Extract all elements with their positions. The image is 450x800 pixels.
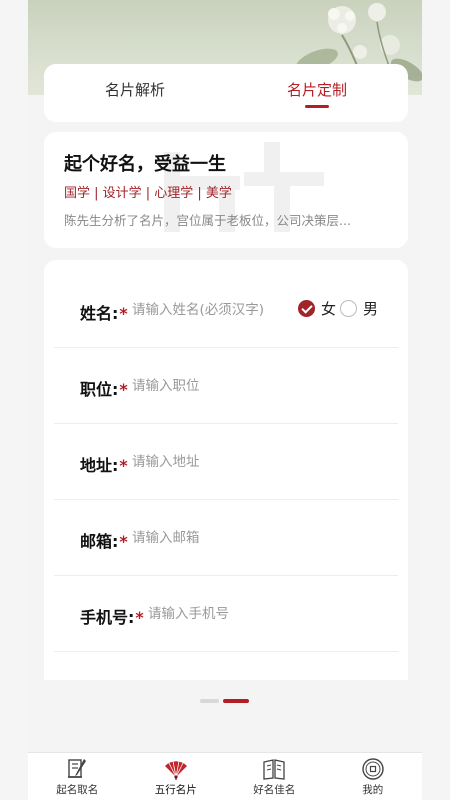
form-row-email: 邮箱:* (54, 500, 398, 576)
card-custom-form: 姓名:* 女 男 职位:* 地址:* 邮箱:* (44, 260, 408, 680)
nav-item-five-elements-card[interactable]: 五行名片 (127, 753, 226, 800)
book-icon (263, 759, 285, 780)
gender-option-male[interactable]: 男 (340, 298, 378, 319)
radio-checked-icon[interactable] (298, 300, 315, 317)
position-label: 职位:* (80, 380, 128, 399)
intro-title: 起个好名，受益一生 (64, 154, 226, 175)
page-dot[interactable] (200, 699, 219, 703)
tab-card-analysis[interactable]: 名片解析 (44, 64, 226, 122)
intro-card[interactable]: 起个好名，受益一生 国学 | 设计学 | 心理学 | 美学 陈先生分析了名片，宫… (44, 132, 408, 248)
phone-label: 手机号:* (80, 608, 144, 627)
address-input[interactable] (132, 448, 382, 476)
email-input[interactable] (132, 524, 382, 552)
email-label: 邮箱:* (80, 532, 128, 551)
phone-input[interactable] (148, 600, 382, 628)
tab-label: 名片解析 (104, 81, 165, 99)
nav-item-naming[interactable]: 起名取名 (28, 753, 127, 800)
name-input[interactable] (132, 296, 292, 324)
tab-card-custom[interactable]: 名片定制 (226, 64, 408, 122)
active-tab-indicator (305, 105, 329, 108)
page-dot-active[interactable] (223, 699, 249, 703)
page-indicator (200, 699, 249, 703)
nav-item-mine[interactable]: 我的 (324, 753, 423, 800)
tab-bar: 名片解析 名片定制 (44, 64, 408, 122)
nav-label: 五行名片 (154, 784, 197, 796)
position-input[interactable] (132, 372, 382, 400)
intro-tags: 国学 | 设计学 | 心理学 | 美学 (64, 186, 232, 201)
nav-label: 我的 (362, 784, 384, 796)
fan-icon (164, 760, 187, 780)
tab-label: 名片定制 (286, 81, 347, 99)
gender-option-female[interactable]: 女 (298, 298, 336, 319)
form-row-phone: 手机号:* (54, 576, 398, 652)
nav-label: 好名佳名 (253, 784, 296, 796)
radio-unchecked-icon[interactable] (340, 300, 358, 317)
form-row-name: 姓名:* 女 男 (54, 272, 398, 348)
name-label: 姓名:* (80, 304, 128, 323)
coin-icon (362, 758, 384, 780)
nav-item-good-names[interactable]: 好名佳名 (225, 753, 324, 800)
form-row-position: 职位:* (54, 348, 398, 424)
scroll-brush-icon (68, 759, 87, 778)
app-frame: 名片解析 名片定制 起个好名，受益一生 国学 | 设计学 | 心理学 | 美学 … (28, 0, 422, 752)
gender-selector: 女 男 (298, 298, 382, 319)
nav-label: 起名取名 (56, 784, 99, 796)
bottom-nav: 起名取名 五行名片 好名佳名 我的 (28, 752, 422, 800)
address-label: 地址:* (80, 456, 128, 475)
intro-description: 陈先生分析了名片，宫位属于老板位，公司决策层... (64, 213, 351, 228)
form-row-address: 地址:* (54, 424, 398, 500)
